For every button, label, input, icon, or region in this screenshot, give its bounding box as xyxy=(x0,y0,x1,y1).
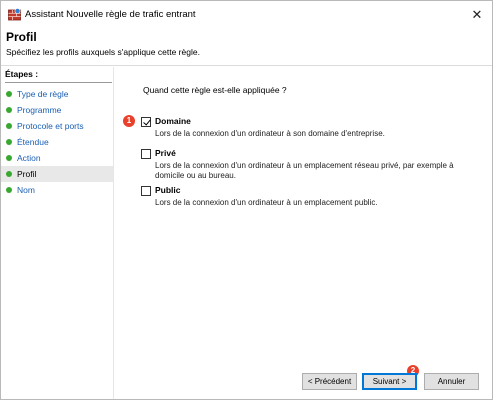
previous-button[interactable]: < Précédent xyxy=(302,373,357,390)
next-button[interactable]: Suivant > xyxy=(362,373,417,390)
window-title: Assistant Nouvelle règle de trafic entra… xyxy=(25,9,196,20)
prive-description: Lors de la connexion d'un ordinateur à u… xyxy=(155,161,454,180)
cancel-button[interactable]: Annuler xyxy=(424,373,479,390)
public-label[interactable]: Public xyxy=(155,185,181,195)
step-nom[interactable]: Nom xyxy=(1,182,113,198)
public-checkbox[interactable] xyxy=(141,186,151,196)
close-button[interactable]: ✕ xyxy=(468,6,486,24)
page-title: Profil xyxy=(6,30,37,44)
steps-heading: Étapes : xyxy=(5,69,112,83)
step-dot-icon xyxy=(6,171,12,177)
step-label: Profil xyxy=(17,169,37,179)
domaine-checkbox[interactable] xyxy=(141,117,151,127)
prive-checkbox[interactable] xyxy=(141,149,151,159)
close-icon: ✕ xyxy=(471,7,483,22)
step-type-de-regle[interactable]: Type de règle xyxy=(1,86,113,102)
domaine-label[interactable]: Domaine xyxy=(155,116,191,126)
domaine-description: Lors de la connexion d'un ordinateur à s… xyxy=(155,129,385,138)
profile-question: Quand cette règle est-elle appliquée ? xyxy=(143,85,287,95)
step-dot-icon xyxy=(6,123,12,129)
step-etendue[interactable]: Étendue xyxy=(1,134,113,150)
steps-list: Type de règle Programme Protocole et por… xyxy=(1,86,113,198)
step-label: Action xyxy=(17,153,41,163)
wizard-window: Assistant Nouvelle règle de trafic entra… xyxy=(0,0,493,400)
step-profil[interactable]: Profil xyxy=(1,166,113,182)
step-label: Nom xyxy=(17,185,35,195)
steps-sidebar: Étapes : Type de règle Programme Protoco… xyxy=(1,67,114,399)
step-dot-icon xyxy=(6,155,12,161)
firewall-icon xyxy=(8,8,21,21)
step-dot-icon xyxy=(6,187,12,193)
step-label: Type de règle xyxy=(17,89,69,99)
page-description: Spécifiez les profils auxquels s'appliqu… xyxy=(6,47,200,57)
step-label: Programme xyxy=(17,105,62,115)
step-protocole-et-ports[interactable]: Protocole et ports xyxy=(1,118,113,134)
step-dot-icon xyxy=(6,91,12,97)
step-label: Protocole et ports xyxy=(17,121,84,131)
prive-label[interactable]: Privé xyxy=(155,148,176,158)
main-panel: Quand cette règle est-elle appliquée ? D… xyxy=(115,67,492,399)
title-bar: Assistant Nouvelle règle de trafic entra… xyxy=(1,1,492,28)
step-programme[interactable]: Programme xyxy=(1,102,113,118)
step-badge-1: 1 xyxy=(123,115,135,127)
step-action[interactable]: Action xyxy=(1,150,113,166)
step-label: Étendue xyxy=(17,137,49,147)
step-dot-icon xyxy=(6,107,12,113)
page-header: Profil Spécifiez les profils auxquels s'… xyxy=(1,28,492,66)
step-dot-icon xyxy=(6,139,12,145)
public-description: Lors de la connexion d'un ordinateur à u… xyxy=(155,198,378,207)
